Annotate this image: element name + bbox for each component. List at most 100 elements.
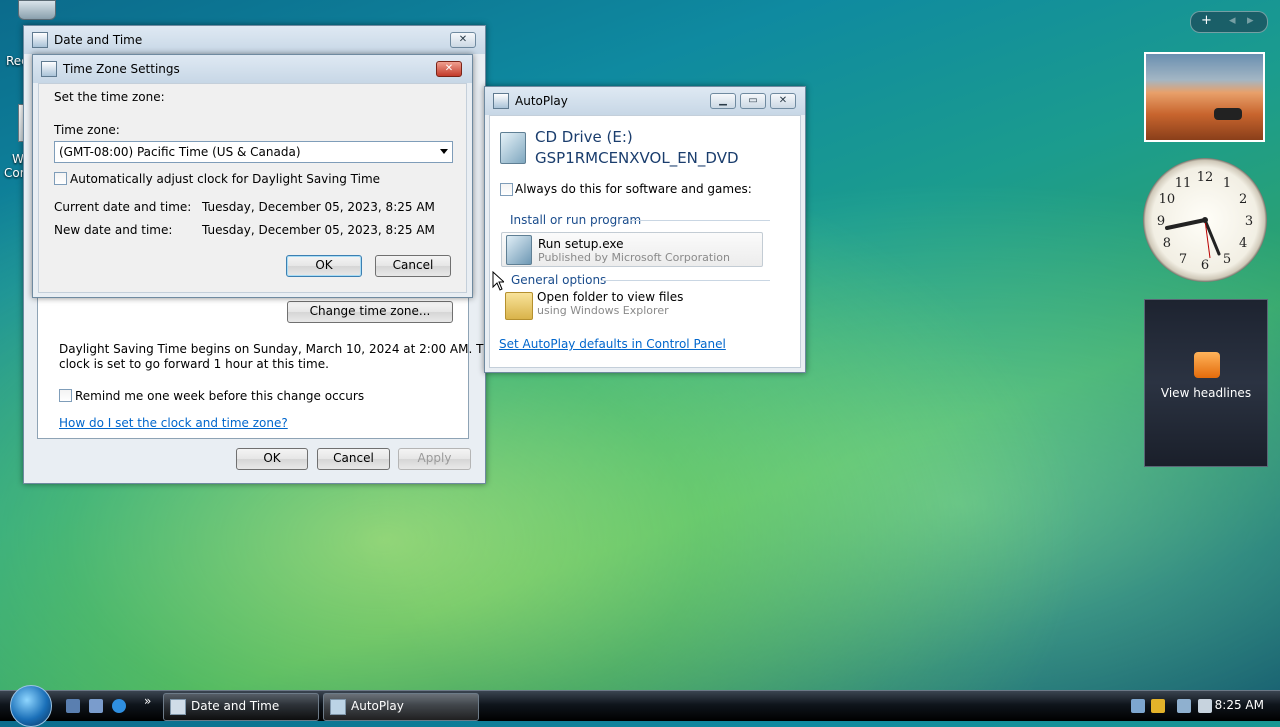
taskbar-autoplay-label: AutoPlay <box>351 699 404 713</box>
autoplay-defaults-link[interactable]: Set AutoPlay defaults in Control Panel <box>499 337 726 351</box>
date-time-titlebar[interactable]: Date and Time <box>24 26 485 54</box>
oryx-silhouette-icon <box>1214 108 1242 120</box>
taskbar-date-time-label: Date and Time <box>191 699 280 713</box>
clock-face: 1110 9 87 6 54 3 21 12 <box>1157 170 1253 273</box>
dst-auto-label: Automatically adjust clock for Daylight … <box>70 172 381 186</box>
help-link[interactable]: How do I set the clock and time zone? <box>59 416 288 430</box>
install-section-heading: Install or run program <box>510 213 642 227</box>
always-do-checkbox[interactable] <box>500 183 513 196</box>
tz-titlebar[interactable]: Time Zone Settings <box>33 55 472 83</box>
tz-close-button[interactable]: ✕ <box>436 61 462 77</box>
taskbar-clock[interactable]: 8:25 AM <box>1215 698 1264 712</box>
open-folder-option[interactable]: Open folder to view files using Windows … <box>501 288 761 322</box>
network-tray-icon[interactable] <box>1131 699 1145 713</box>
tz-title: Time Zone Settings <box>63 62 180 76</box>
tz-ok-button[interactable]: OK <box>286 255 362 277</box>
open-folder-label: Open folder to view files <box>537 290 684 304</box>
open-folder-sub: using Windows Explorer <box>537 304 669 317</box>
date-time-title: Date and Time <box>54 33 143 47</box>
volume-muted-tray-icon[interactable] <box>1198 699 1212 713</box>
clock-numeral: 6 <box>1201 258 1209 273</box>
taskbar: » Date and Time AutoPlay 8:25 AM <box>0 685 1280 727</box>
volume-label: GSP1RMCENXVOL_EN_DVD <box>535 149 739 167</box>
view-headlines-label[interactable]: View headlines <box>1145 386 1267 400</box>
time-zone-value: (GMT-08:00) Pacific Time (US & Canada) <box>59 145 301 159</box>
tz-cancel-button[interactable]: Cancel <box>375 255 451 277</box>
taskbar-date-time-button[interactable]: Date and Time <box>163 693 319 721</box>
general-section-divider <box>602 280 770 281</box>
taskbar-autoplay-button[interactable]: AutoPlay <box>323 693 479 721</box>
setup-icon <box>506 235 532 265</box>
clock-numeral: 3 <box>1245 214 1253 229</box>
autoplay-close-button[interactable]: ✕ <box>770 93 796 109</box>
internet-explorer-icon[interactable] <box>112 699 126 713</box>
date-time-cancel-button[interactable]: Cancel <box>317 448 390 470</box>
recycle-bin-icon[interactable] <box>18 0 56 20</box>
date-time-close-button[interactable]: ✕ <box>450 32 476 48</box>
always-do-label: Always do this for software and games: <box>515 182 752 196</box>
dst-info-line2: clock is set to go forward 1 hour at thi… <box>59 357 329 371</box>
clock-numeral: 10 <box>1159 192 1176 207</box>
clock-gadget[interactable]: 11 10 9 8 7 6 5 4 3 2 1 12 <box>1143 158 1267 282</box>
date-time-tab-panel: Change time zone... Daylight Saving Time… <box>37 284 498 439</box>
clock-numeral: 8 <box>1163 236 1171 251</box>
current-datetime-label: Current date and time: <box>54 200 192 214</box>
desktop-icon-label-cor[interactable]: Cor <box>4 166 25 180</box>
autoplay-title: AutoPlay <box>515 94 568 108</box>
show-desktop-icon[interactable] <box>66 699 80 713</box>
sidebar-controls: + ◂ ▸ <box>1190 11 1268 33</box>
dst-auto-checkbox[interactable] <box>54 172 67 185</box>
clock-numeral: 1 <box>1223 176 1231 191</box>
taskbar-autoplay-icon <box>330 699 346 715</box>
autoplay-window: AutoPlay ▁ ▭ ✕ CD Drive (E:) GSP1RMCENXV… <box>484 86 806 373</box>
clock-numeral: 4 <box>1239 236 1247 251</box>
time-zone-settings-dialog: Time Zone Settings ✕ Set the time zone: … <box>32 54 473 298</box>
install-section-divider <box>630 220 770 221</box>
network-status-tray-icon[interactable] <box>1177 699 1191 713</box>
clock-numeral: 12 <box>1197 170 1214 185</box>
minimize-button[interactable]: ▁ <box>710 93 736 109</box>
change-time-zone-button[interactable]: Change time zone... <box>287 301 453 323</box>
remind-checkbox[interactable] <box>59 389 72 402</box>
slideshow-gadget[interactable] <box>1144 52 1265 142</box>
clock-numeral: 9 <box>1157 214 1165 229</box>
feed-headlines-gadget[interactable]: View headlines <box>1144 299 1268 467</box>
next-gadget-icon[interactable]: ▸ <box>1247 13 1254 28</box>
maximize-button[interactable]: ▭ <box>740 93 766 109</box>
dst-info-line1: Daylight Saving Time begins on Sunday, M… <box>59 342 499 356</box>
tz-content: Set the time zone: Time zone: (GMT-08:00… <box>38 83 467 293</box>
run-setup-publisher: Published by Microsoft Corporation <box>538 251 730 264</box>
clock-numeral: 11 <box>1175 176 1192 191</box>
set-time-zone-label: Set the time zone: <box>54 90 165 104</box>
start-button[interactable] <box>10 685 52 727</box>
new-datetime-value: Tuesday, December 05, 2023, 8:25 AM <box>202 223 435 237</box>
prev-gadget-icon[interactable]: ◂ <box>1229 13 1236 28</box>
run-setup-label: Run setup.exe <box>538 237 624 251</box>
remind-label: Remind me one week before this change oc… <box>75 389 365 403</box>
switch-windows-icon[interactable] <box>89 699 103 713</box>
rss-icon <box>1194 352 1220 378</box>
drive-name: CD Drive (E:) <box>535 128 633 146</box>
add-gadget-icon[interactable]: + <box>1201 13 1212 28</box>
general-section-heading: General options <box>511 273 607 287</box>
clock-numeral: 2 <box>1239 192 1247 207</box>
security-shield-tray-icon[interactable] <box>1151 699 1165 713</box>
mouse-cursor-icon <box>492 271 504 291</box>
cd-drive-icon <box>500 132 526 164</box>
quick-launch-more-icon[interactable]: » <box>144 694 151 708</box>
clock-hour-hand <box>1165 218 1207 230</box>
current-datetime-value: Tuesday, December 05, 2023, 8:25 AM <box>202 200 435 214</box>
date-time-ok-button[interactable]: OK <box>236 448 308 470</box>
chevron-down-icon <box>440 149 448 154</box>
date-time-apply-button[interactable]: Apply <box>398 448 471 470</box>
clock-numeral: 7 <box>1179 252 1187 267</box>
time-zone-label: Time zone: <box>54 123 120 137</box>
new-datetime-label: New date and time: <box>54 223 173 237</box>
clock-app-icon <box>41 61 57 77</box>
autoplay-content: CD Drive (E:) GSP1RMCENXVOL_EN_DVD Alway… <box>489 115 801 368</box>
run-setup-option[interactable]: Run setup.exe Published by Microsoft Cor… <box>501 232 763 267</box>
autoplay-app-icon <box>493 93 509 109</box>
time-zone-select[interactable]: (GMT-08:00) Pacific Time (US & Canada) <box>54 141 453 163</box>
taskbar-date-time-icon <box>170 699 186 715</box>
clock-app-icon <box>32 32 48 48</box>
